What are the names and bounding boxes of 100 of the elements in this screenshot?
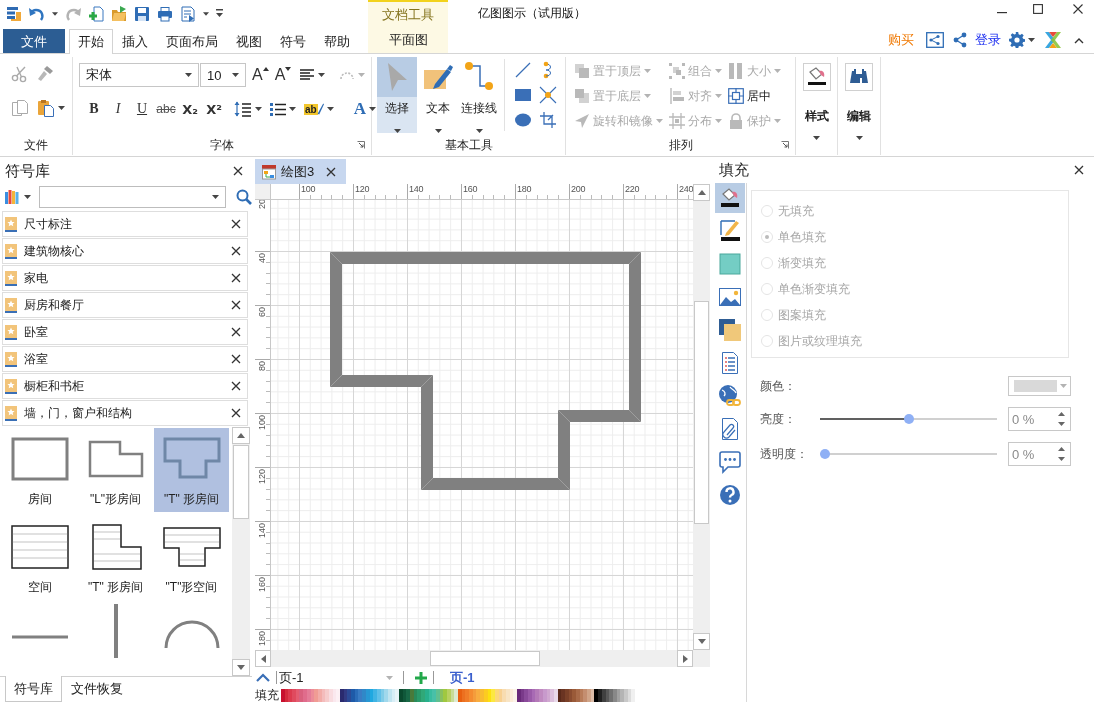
color-swatch-icon[interactable] xyxy=(579,688,584,702)
page-dropdown[interactable]: 页-1 xyxy=(279,668,397,687)
color-swatch-icon[interactable] xyxy=(480,688,484,702)
color-swatch-icon[interactable] xyxy=(384,688,388,702)
scrollbar-thumb[interactable] xyxy=(233,445,249,519)
library-item[interactable]: 墙，门，窗户和结构 xyxy=(2,400,248,426)
new-file-icon[interactable] xyxy=(88,5,104,22)
color-swatch-icon[interactable] xyxy=(476,688,481,702)
color-swatch-icon[interactable] xyxy=(428,688,433,702)
style-button[interactable]: 样式 xyxy=(802,57,831,140)
close-icon[interactable] xyxy=(233,166,243,176)
slider-thumb[interactable] xyxy=(903,414,914,424)
scroll-left-button[interactable] xyxy=(255,650,271,667)
caret-icon[interactable] xyxy=(368,107,376,111)
color-dropdown[interactable] xyxy=(1008,376,1071,396)
scroll-down-button[interactable] xyxy=(232,659,250,676)
app-menu-icon[interactable] xyxy=(6,5,22,22)
strikethrough-button[interactable]: abc xyxy=(156,99,176,119)
caret-icon[interactable] xyxy=(24,195,31,199)
library-item[interactable]: 浴室 xyxy=(2,346,248,372)
color-swatch-icon[interactable] xyxy=(306,688,311,702)
color-swatch-icon[interactable] xyxy=(546,688,551,702)
save-icon[interactable] xyxy=(134,5,150,22)
color-swatch-icon[interactable] xyxy=(410,688,414,702)
close-icon[interactable] xyxy=(231,408,241,418)
cut-icon[interactable] xyxy=(11,65,29,83)
color-swatch-icon[interactable] xyxy=(583,688,588,702)
color-swatch-icon[interactable] xyxy=(568,688,573,702)
shape-item[interactable]: 房间 xyxy=(2,428,77,512)
close-icon[interactable] xyxy=(231,219,241,229)
percent-field[interactable]: 0 % xyxy=(1008,442,1071,466)
chevron-up-icon[interactable] xyxy=(256,673,270,682)
scroll-up-button[interactable] xyxy=(232,427,250,444)
open-folder-icon[interactable] xyxy=(111,5,127,22)
color-swatch-icon[interactable] xyxy=(421,688,425,702)
caret-icon[interactable] xyxy=(58,106,65,110)
spin-arrows-icon[interactable] xyxy=(1058,447,1065,461)
vertical-scrollbar[interactable] xyxy=(232,427,250,676)
dialog-launcher-icon[interactable] xyxy=(357,141,365,149)
shrink-font-button[interactable]: A xyxy=(274,66,292,84)
color-swatch-icon[interactable] xyxy=(402,688,407,702)
color-swatch-icon[interactable] xyxy=(620,688,624,702)
select-tool-button[interactable]: 选择 xyxy=(377,57,417,133)
color-swatch-icon[interactable] xyxy=(469,688,473,702)
color-swatch-icon[interactable] xyxy=(358,688,363,702)
drawing-canvas[interactable] xyxy=(271,200,693,650)
close-icon[interactable] xyxy=(231,246,241,256)
color-swatch-icon[interactable] xyxy=(284,688,289,702)
caret-icon[interactable] xyxy=(393,129,401,133)
color-swatch-icon[interactable] xyxy=(391,688,396,702)
close-icon[interactable] xyxy=(231,327,241,337)
caret-icon[interactable] xyxy=(434,129,442,133)
spin-arrows-icon[interactable] xyxy=(1058,412,1065,426)
caret-icon[interactable] xyxy=(212,195,219,199)
color-swatch-icon[interactable] xyxy=(446,688,451,702)
close-icon[interactable] xyxy=(231,354,241,364)
ribbon-tab[interactable]: 开始 xyxy=(69,29,113,54)
color-swatch-icon[interactable] xyxy=(601,688,606,702)
close-icon[interactable] xyxy=(1073,4,1083,14)
color-swatch-icon[interactable] xyxy=(576,688,580,702)
color-swatch-icon[interactable] xyxy=(281,688,285,702)
color-swatch-icon[interactable] xyxy=(288,688,293,702)
color-swatch-icon[interactable] xyxy=(524,688,529,702)
scroll-right-button[interactable] xyxy=(677,650,693,667)
color-swatch-icon[interactable] xyxy=(616,688,621,702)
library-item[interactable]: 家电 xyxy=(2,265,248,291)
color-swatch-icon[interactable] xyxy=(627,688,632,702)
color-swatch-icon[interactable] xyxy=(609,688,613,702)
scrollbar-thumb[interactable] xyxy=(430,651,540,666)
undo-icon[interactable] xyxy=(29,5,45,22)
color-swatch-icon[interactable] xyxy=(458,688,462,702)
color-swatch-icon[interactable] xyxy=(365,688,370,702)
edit-button[interactable]: 编辑 xyxy=(845,57,873,140)
percent-field[interactable]: 0 % xyxy=(1008,407,1071,431)
caret-icon[interactable] xyxy=(289,107,296,111)
color-swatch-icon[interactable] xyxy=(432,688,436,702)
document-tab[interactable]: 绘图3 xyxy=(255,159,346,184)
caret-icon[interactable] xyxy=(813,136,820,140)
rectangle-icon[interactable] xyxy=(514,86,532,104)
crop-icon[interactable] xyxy=(539,111,557,129)
color-swatch-icon[interactable] xyxy=(517,688,521,702)
color-swatch-icon[interactable] xyxy=(491,688,495,702)
ribbon-tab[interactable]: 视图 xyxy=(227,29,271,54)
color-swatch-icon[interactable] xyxy=(465,688,470,702)
color-swatch-icon[interactable] xyxy=(347,688,352,702)
scroll-up-button[interactable] xyxy=(693,184,710,201)
font-family-dropdown[interactable]: 宋体 xyxy=(79,63,199,87)
fill-tab[interactable] xyxy=(715,183,745,213)
color-swatch-icon[interactable] xyxy=(380,688,385,702)
color-swatch-icon[interactable] xyxy=(605,688,610,702)
color-swatch-icon[interactable] xyxy=(509,688,514,702)
color-swatch-icon[interactable] xyxy=(336,688,340,702)
library-item[interactable]: 橱柜和书柜 xyxy=(2,373,248,399)
scrollbar-thumb[interactable] xyxy=(694,301,709,524)
text-tool-button[interactable]: 文本 xyxy=(418,57,458,133)
color-swatch-icon[interactable] xyxy=(502,688,506,702)
search-field[interactable] xyxy=(39,186,226,208)
bold-button[interactable]: B xyxy=(84,99,104,119)
settings-icon[interactable] xyxy=(1009,32,1025,48)
color-swatch-icon[interactable] xyxy=(483,688,488,702)
